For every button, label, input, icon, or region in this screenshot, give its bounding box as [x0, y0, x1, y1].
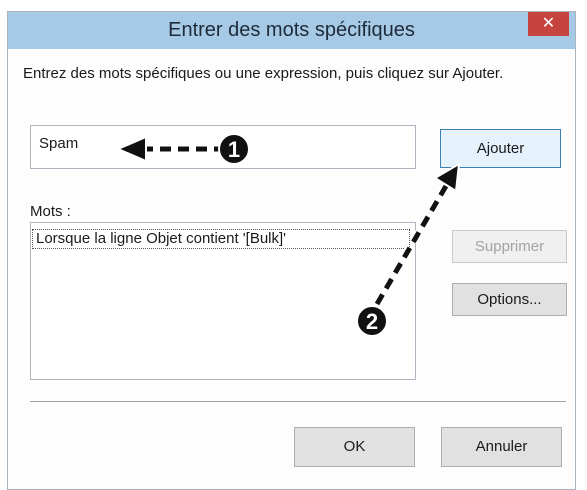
- ok-button[interactable]: OK: [294, 427, 415, 467]
- title-bar[interactable]: Entrer des mots spécifiques ✕: [8, 12, 575, 49]
- list-item[interactable]: Lorsque la ligne Objet contient '[Bulk]': [32, 229, 410, 249]
- options-button[interactable]: Options...: [452, 283, 567, 316]
- close-button[interactable]: ✕: [528, 12, 569, 36]
- words-list[interactable]: Lorsque la ligne Objet contient '[Bulk]': [30, 222, 416, 380]
- cancel-button[interactable]: Annuler: [441, 427, 562, 467]
- remove-button[interactable]: Supprimer: [452, 230, 567, 263]
- separator-line: [30, 401, 566, 402]
- word-input[interactable]: Spam: [30, 125, 416, 169]
- close-icon: ✕: [541, 15, 556, 32]
- dialog-title: Entrer des mots spécifiques: [168, 19, 415, 41]
- instruction-text: Entrez des mots spécifiques ou une expre…: [23, 65, 504, 82]
- words-label: Mots :: [30, 203, 71, 220]
- add-button[interactable]: Ajouter: [440, 129, 561, 168]
